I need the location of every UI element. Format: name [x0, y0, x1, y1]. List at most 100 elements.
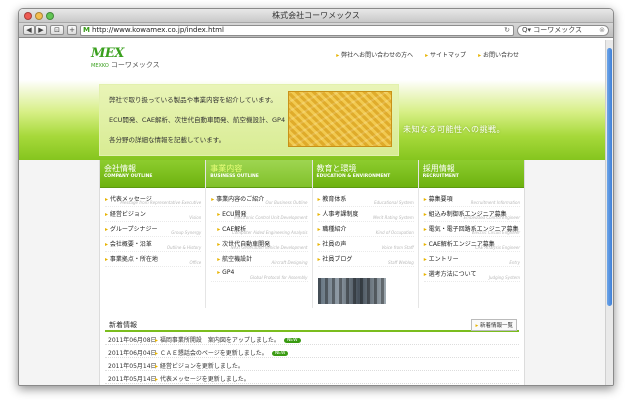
- item-label-en: Vision: [189, 215, 202, 220]
- list-item[interactable]: 事業拠点・所在地 Office: [105, 252, 202, 267]
- hero-banner: 弊社で取り扱っている製品や事業内容を紹介しています。 ECU開発、CAE解析、次…: [19, 80, 605, 160]
- list-item[interactable]: CAE解析エンジニア募集CAE Analysis Engineer: [423, 237, 520, 252]
- browser-window: 株式会社コーワメックス ◀ ▶ ⊡ + Mhttp://www.kowamex.…: [18, 8, 614, 386]
- item-label-en: Message from Representative Executive: [120, 200, 202, 205]
- item-label: 社員ブログ: [318, 254, 352, 263]
- list-item[interactable]: グループシナジー Group Synergy: [105, 222, 202, 237]
- header-link-sitemap[interactable]: サイトマップ: [425, 50, 466, 59]
- main-content: 会社情報 COMPANY OUTLINE 代表メッセージMessage from…: [99, 160, 525, 385]
- list-item[interactable]: 社員ブログ Staff Weblog: [317, 252, 414, 267]
- header-link-inquiry-guide[interactable]: 弊社へお問い合わせの方へ: [336, 50, 413, 59]
- site-logo[interactable]: MEX MEXKO コーワメックス: [91, 46, 160, 70]
- news-text: 福岡事業所開設 案内図をアップしました。NEW: [155, 335, 301, 344]
- item-label-en: Global Protocol for Assembly: [249, 275, 308, 280]
- item-label-en: Office: [189, 260, 202, 265]
- list-item[interactable]: エントリー Entry: [423, 252, 520, 267]
- news-text: 経営ビジョンを更新しました。: [155, 361, 244, 370]
- hero-line-2: ECU開発、CAE解析、次世代自動車開発、航空機設計、GP4: [109, 116, 286, 124]
- news-text: ＣＡＥ懇話会のページを更新しました。NEW: [155, 348, 289, 357]
- staff-group-photo[interactable]: [317, 278, 386, 304]
- item-label-en: Group Synergy: [171, 230, 202, 235]
- logo-sub-prefix: MEXKO: [91, 63, 109, 69]
- list-item[interactable]: 人事考課制度 Merit Rating System: [317, 207, 414, 222]
- header-links: 弊社へお問い合わせの方へ サイトマップ お問い合わせ: [336, 50, 519, 59]
- logo-mark: MEX: [91, 46, 124, 61]
- logo-sub: MEXKO コーワメックス: [91, 60, 160, 70]
- item-label-en: Electronic Control Unit Development: [234, 215, 308, 220]
- vertical-scrollbar[interactable]: [605, 40, 613, 385]
- news-row[interactable]: 2011年06月04日 ＣＡＥ懇話会のページを更新しました。NEW: [105, 345, 519, 358]
- scrollbar-thumb[interactable]: [607, 48, 612, 306]
- column-header[interactable]: 教育と環境 EDUCATION & ENVIRONMENT: [312, 160, 418, 188]
- column-header[interactable]: 採用情報 RECRUITMENT: [418, 160, 524, 188]
- clear-search-icon[interactable]: ⊗: [599, 26, 605, 35]
- window-title: 株式会社コーワメックス: [272, 11, 360, 20]
- search-input[interactable]: Q▾ コーワメックス ⊗: [517, 24, 609, 36]
- list-item[interactable]: 組込み制御系エンジニア募集Embedded Control Engineer: [423, 207, 520, 222]
- news-list-button[interactable]: 新着情報一覧: [471, 319, 517, 331]
- list-item[interactable]: 職種紹介 Kind of Occupation: [317, 222, 414, 237]
- column-header[interactable]: 事業内容 BUSINESS OUTLINE: [206, 160, 312, 188]
- item-label-en: Kind of Occupation: [375, 230, 414, 235]
- new-badge: NEW: [283, 338, 301, 343]
- bookmarks-icon[interactable]: ⊡: [50, 25, 64, 35]
- list-item[interactable]: 代表メッセージMessage from Representative Execu…: [105, 192, 202, 207]
- list-item[interactable]: 教育体系 Educational System: [317, 192, 414, 207]
- list-item[interactable]: 募集要項 Recruitment Information: [423, 192, 520, 207]
- item-label-en: Educational System: [374, 200, 414, 205]
- column-title: 教育と環境: [316, 164, 357, 173]
- item-label-en: Electric Circuit Engineer: [471, 230, 520, 235]
- list-item[interactable]: GP4 Global Protocol for Assembly: [211, 267, 308, 282]
- news-title: 新着情報: [109, 321, 137, 329]
- column-title-en: BUSINESS OUTLINE: [210, 174, 259, 179]
- column-title: 採用情報: [422, 164, 455, 173]
- list-item[interactable]: 選考方法について Judging System: [423, 267, 520, 282]
- item-label: 選考方法について: [424, 269, 477, 278]
- news-row[interactable]: 2011年05月14日 経営ビジョンを更新しました。: [105, 358, 519, 371]
- header-link-contact[interactable]: お問い合わせ: [478, 50, 519, 59]
- column-business: 事業内容 BUSINESS OUTLINE 事業内容のご紹介Our Busine…: [206, 160, 313, 308]
- list-item[interactable]: 経営ビジョン Vision: [105, 207, 202, 222]
- reload-icon[interactable]: ↻: [504, 26, 510, 35]
- list-item[interactable]: ECU開発Electronic Control Unit Development: [211, 207, 308, 222]
- list-item[interactable]: 社員の声 Voice from Staff: [317, 237, 414, 252]
- item-label: 事業内容のご紹介: [211, 194, 264, 203]
- list-item[interactable]: 電気・電子回路系エンジニア募集Electric Circuit Engineer: [423, 222, 520, 237]
- address-bar[interactable]: Mhttp://www.kowamex.co.jp/index.html ↻: [80, 24, 514, 36]
- news-header: 新着情報 新着情報一覧: [105, 318, 519, 332]
- nav-buttons: ◀ ▶: [23, 25, 47, 35]
- news-date: 2011年05月14日: [108, 363, 157, 370]
- item-label-en: CAE Analysis Engineer: [475, 245, 520, 250]
- list-item[interactable]: 会社概要・沿革 Outline & History: [105, 237, 202, 252]
- item-label-en: Next Generation Vehicle Development: [230, 245, 308, 250]
- item-label-en: Voice from Staff: [381, 245, 414, 250]
- new-badge: NEW: [271, 351, 289, 356]
- list-item[interactable]: CAE解析Computer Aided Engineering Analysis: [211, 222, 308, 237]
- news-text: 代表メッセージを更新しました。: [155, 374, 250, 383]
- list-item[interactable]: 航空機設計 Aircraft Designing: [211, 252, 308, 267]
- item-label: 会社概要・沿革: [105, 239, 152, 248]
- column-company: 会社情報 COMPANY OUTLINE 代表メッセージMessage from…: [100, 160, 207, 308]
- item-label-en: Our Business Outline: [265, 200, 308, 205]
- search-value: コーワメックス: [533, 25, 583, 34]
- forward-button[interactable]: ▶: [35, 25, 47, 35]
- list-item[interactable]: 次世代自動車開発Next Generation Vehicle Developm…: [211, 237, 308, 252]
- item-label-en: Aircraft Designing: [271, 260, 308, 265]
- item-label-en: Entry: [509, 260, 520, 265]
- item-label: GP4: [217, 269, 234, 276]
- list-item[interactable]: 事業内容のご紹介Our Business Outline: [211, 192, 308, 207]
- hero-circuit-image: [288, 91, 392, 147]
- search-icon: Q▾: [522, 25, 534, 34]
- back-button[interactable]: ◀: [23, 25, 35, 35]
- item-label: エントリー: [424, 254, 459, 263]
- item-label-en: Recruitment Information: [470, 200, 520, 205]
- column-items: 代表メッセージMessage from Representative Execu…: [105, 192, 202, 267]
- item-label-en: Judging System: [488, 275, 520, 280]
- add-bookmark-button[interactable]: +: [67, 25, 77, 35]
- item-label: 事業拠点・所在地: [105, 254, 158, 263]
- column-header[interactable]: 会社情報 COMPANY OUTLINE: [100, 160, 206, 188]
- news-row[interactable]: 2011年06月08日 福岡事業所開設 案内図をアップしました。NEW: [105, 332, 519, 345]
- column-title: 事業内容: [210, 164, 243, 173]
- news-row[interactable]: 2011年05月14日 代表メッセージを更新しました。: [105, 371, 519, 384]
- logo-sub-text: コーワメックス: [110, 61, 160, 69]
